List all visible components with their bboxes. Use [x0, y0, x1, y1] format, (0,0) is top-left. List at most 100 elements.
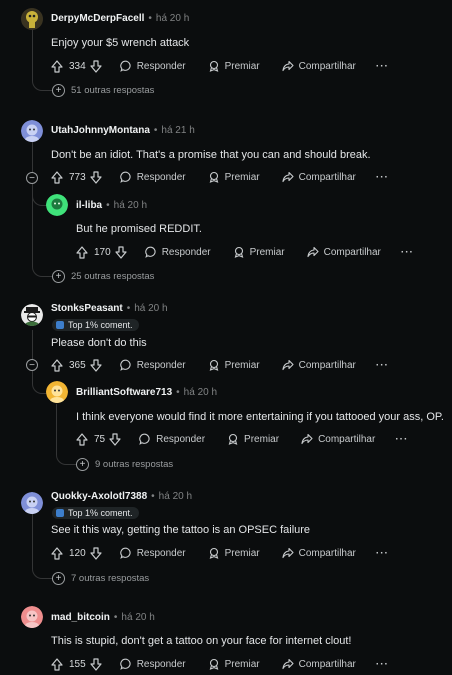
comment-body: But he promised REDDIT.	[76, 223, 202, 235]
thread-line	[32, 330, 33, 360]
timestamp[interactable]: há 20 h	[114, 200, 147, 211]
award-button[interactable]: Premiar	[208, 547, 260, 559]
author-name[interactable]: UtahJohnnyMontana	[51, 125, 150, 136]
share-button[interactable]: Compartilhar	[282, 359, 356, 371]
downvote-icon[interactable]	[109, 432, 121, 446]
timestamp[interactable]: há 20 h	[121, 612, 154, 623]
thread-line	[56, 404, 57, 452]
avatar[interactable]	[21, 304, 43, 326]
comment-bubble-icon	[144, 246, 162, 258]
plus-icon: +	[52, 84, 65, 97]
share-button[interactable]: Compartilhar	[282, 171, 356, 183]
top-commenter-badge[interactable]: Top 1% coment.	[52, 507, 139, 519]
more-options-button[interactable]: ···	[376, 61, 389, 72]
collapse-thread-button[interactable]: −	[26, 172, 38, 184]
award-button[interactable]: Premiar	[227, 433, 279, 445]
share-button[interactable]: Compartilhar	[282, 60, 356, 72]
share-button[interactable]: Compartilhar	[301, 433, 375, 445]
award-button[interactable]: Premiar	[208, 658, 260, 670]
award-button[interactable]: Premiar	[233, 246, 285, 258]
share-icon	[282, 60, 299, 72]
timestamp[interactable]: há 20 h	[159, 491, 192, 502]
share-label: Compartilhar	[298, 359, 356, 371]
avatar[interactable]	[21, 492, 43, 514]
reply-button[interactable]: Responder	[119, 658, 186, 670]
thread-curve	[32, 262, 53, 277]
share-button[interactable]: Compartilhar	[282, 658, 356, 670]
upvote-icon[interactable]	[51, 358, 63, 372]
author-name[interactable]: il-liba	[76, 200, 102, 211]
share-label: Compartilhar	[323, 246, 381, 258]
author-name[interactable]: DerpyMcDerpFacell	[51, 13, 144, 24]
collapse-thread-button[interactable]: −	[26, 359, 38, 371]
avatar[interactable]	[21, 8, 43, 30]
reply-button[interactable]: Responder	[119, 171, 186, 183]
upvote-icon[interactable]	[76, 245, 88, 259]
plus-icon: +	[76, 458, 89, 471]
reply-label: Responder	[136, 547, 186, 559]
comment-bubble-icon	[119, 359, 137, 371]
score: 155	[69, 658, 86, 670]
separator-dot: •	[151, 491, 155, 502]
author-name[interactable]: mad_bitcoin	[51, 612, 110, 623]
top-commenter-badge[interactable]: Top 1% coment.	[52, 319, 139, 331]
timestamp[interactable]: há 20 h	[156, 13, 189, 24]
more-options-button[interactable]: ···	[401, 247, 414, 258]
downvote-icon[interactable]	[90, 59, 102, 73]
downvote-icon[interactable]	[115, 245, 127, 259]
upvote-icon[interactable]	[51, 59, 63, 73]
more-options-button[interactable]: ···	[376, 172, 389, 183]
more-replies-link[interactable]: + 51 outras respostas	[52, 84, 154, 97]
reply-button[interactable]: Responder	[144, 246, 211, 258]
avatar[interactable]	[21, 606, 43, 628]
thread-curve	[32, 564, 53, 579]
share-button[interactable]: Compartilhar	[307, 246, 381, 258]
more-options-button[interactable]: ···	[376, 360, 389, 371]
upvote-icon[interactable]	[76, 432, 88, 446]
award-button[interactable]: Premiar	[208, 359, 260, 371]
reply-button[interactable]: Responder	[119, 359, 186, 371]
badge-label: Top 1% coment.	[68, 508, 133, 518]
more-replies-link[interactable]: + 7 outras respostas	[52, 572, 149, 585]
downvote-icon[interactable]	[90, 657, 102, 671]
timestamp[interactable]: há 20 h	[184, 387, 217, 398]
share-button[interactable]: Compartilhar	[282, 547, 356, 559]
award-button[interactable]: Premiar	[208, 60, 260, 72]
comment-meta: StonksPeasant • há 20 h	[51, 303, 168, 314]
more-options-button[interactable]: ···	[395, 434, 408, 445]
vote-group: 155	[51, 657, 102, 671]
comment-bubble-icon	[119, 60, 137, 72]
more-options-button[interactable]: ···	[376, 659, 389, 670]
reply-label: Responder	[156, 433, 206, 445]
reply-button[interactable]: Responder	[119, 547, 186, 559]
comment-meta: Quokky-Axolotl7388 • há 20 h	[51, 491, 192, 502]
timestamp[interactable]: há 20 h	[134, 303, 167, 314]
more-options-button[interactable]: ···	[376, 548, 389, 559]
upvote-icon[interactable]	[51, 546, 63, 560]
thread-curve	[32, 76, 53, 91]
award-icon	[208, 359, 225, 371]
reply-button[interactable]: Responder	[139, 433, 205, 445]
reply-button[interactable]: Responder	[119, 60, 186, 72]
more-replies-link[interactable]: + 25 outras respostas	[52, 270, 154, 283]
upvote-icon[interactable]	[51, 170, 63, 184]
award-icon	[208, 60, 225, 72]
author-name[interactable]: Quokky-Axolotl7388	[51, 491, 147, 502]
author-name[interactable]: BrilliantSoftware713	[76, 387, 172, 398]
reply-label: Responder	[136, 171, 186, 183]
vote-group: 334	[51, 59, 102, 73]
upvote-icon[interactable]	[51, 657, 63, 671]
avatar[interactable]	[21, 120, 43, 142]
more-replies-link[interactable]: + 9 outras respostas	[76, 458, 173, 471]
downvote-icon[interactable]	[90, 546, 102, 560]
author-name[interactable]: StonksPeasant	[51, 303, 123, 314]
avatar[interactable]	[46, 381, 68, 403]
award-icon	[227, 433, 244, 445]
downvote-icon[interactable]	[90, 170, 102, 184]
avatar[interactable]	[46, 194, 68, 216]
downvote-icon[interactable]	[90, 358, 102, 372]
award-label: Premiar	[224, 658, 260, 670]
award-button[interactable]: Premiar	[208, 171, 260, 183]
timestamp[interactable]: há 21 h	[161, 125, 194, 136]
score: 170	[94, 246, 111, 258]
